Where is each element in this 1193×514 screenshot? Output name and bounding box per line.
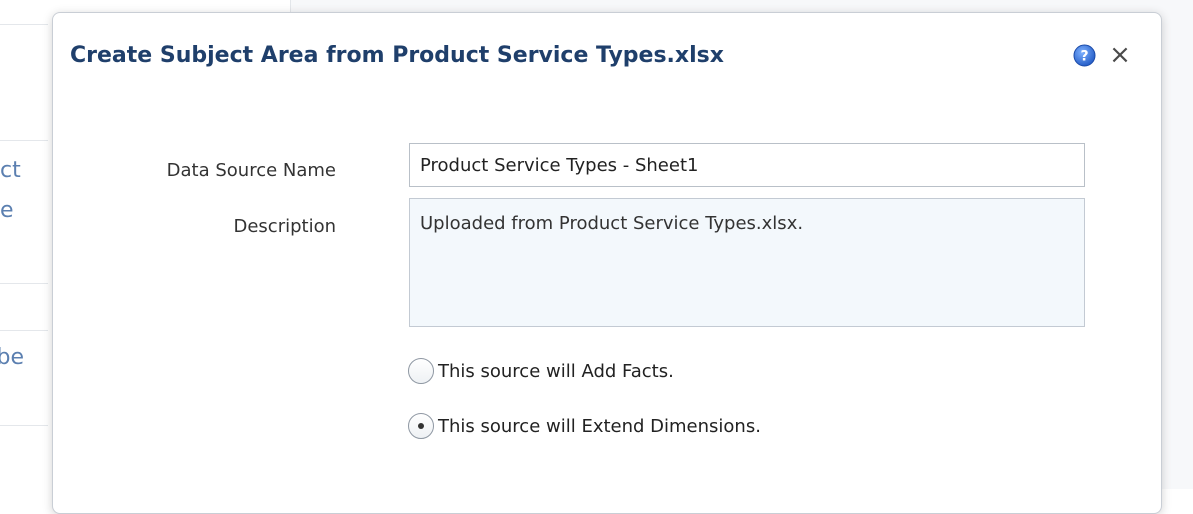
background-divider xyxy=(0,24,48,25)
background-text-fragment: be xyxy=(0,345,24,370)
extend-dimensions-label: This source will Extend Dimensions. xyxy=(438,415,761,437)
svg-text:?: ? xyxy=(1080,49,1088,65)
description-textarea[interactable]: Uploaded from Product Service Types.xlsx… xyxy=(409,198,1085,327)
add-facts-label: This source will Add Facts. xyxy=(438,360,674,382)
background-divider xyxy=(0,283,48,284)
description-label: Description xyxy=(233,216,336,237)
close-icon[interactable]: × xyxy=(1107,42,1133,68)
create-subject-area-dialog: Create Subject Area from Product Service… xyxy=(52,12,1162,514)
help-icon[interactable]: ? xyxy=(1073,44,1096,67)
radio-selected-dot xyxy=(418,423,424,429)
background-divider xyxy=(0,425,48,426)
background-divider xyxy=(0,330,48,331)
background-divider xyxy=(0,140,48,141)
background-text-fragment: ct xyxy=(0,158,21,183)
data-source-name-input[interactable] xyxy=(409,143,1085,187)
add-facts-radio[interactable] xyxy=(408,358,434,384)
dialog-title: Create Subject Area from Product Service… xyxy=(70,43,724,68)
data-source-name-label: Data Source Name xyxy=(166,160,336,181)
background-text-fragment: e xyxy=(0,198,14,223)
extend-dimensions-option[interactable]: This source will Extend Dimensions. xyxy=(408,413,761,439)
extend-dimensions-radio[interactable] xyxy=(408,413,434,439)
add-facts-option[interactable]: This source will Add Facts. xyxy=(408,358,674,384)
